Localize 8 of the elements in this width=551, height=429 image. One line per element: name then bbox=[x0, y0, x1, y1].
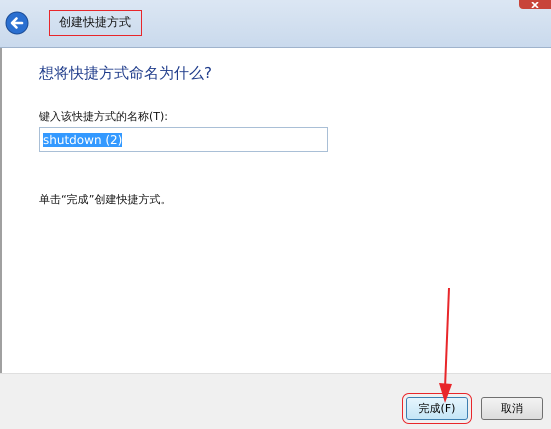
instruction-text: 单击“完成”创建快捷方式。 bbox=[39, 192, 172, 207]
page-heading: 想将快捷方式命名为什么? bbox=[39, 64, 213, 83]
close-button[interactable] bbox=[519, 0, 551, 9]
cancel-button[interactable]: 取消 bbox=[481, 397, 543, 420]
field-label: 键入该快捷方式的名称(T): bbox=[39, 109, 170, 124]
close-icon bbox=[530, 2, 540, 8]
back-button[interactable] bbox=[5, 11, 29, 35]
window-title: 创建快捷方式 bbox=[49, 10, 142, 36]
